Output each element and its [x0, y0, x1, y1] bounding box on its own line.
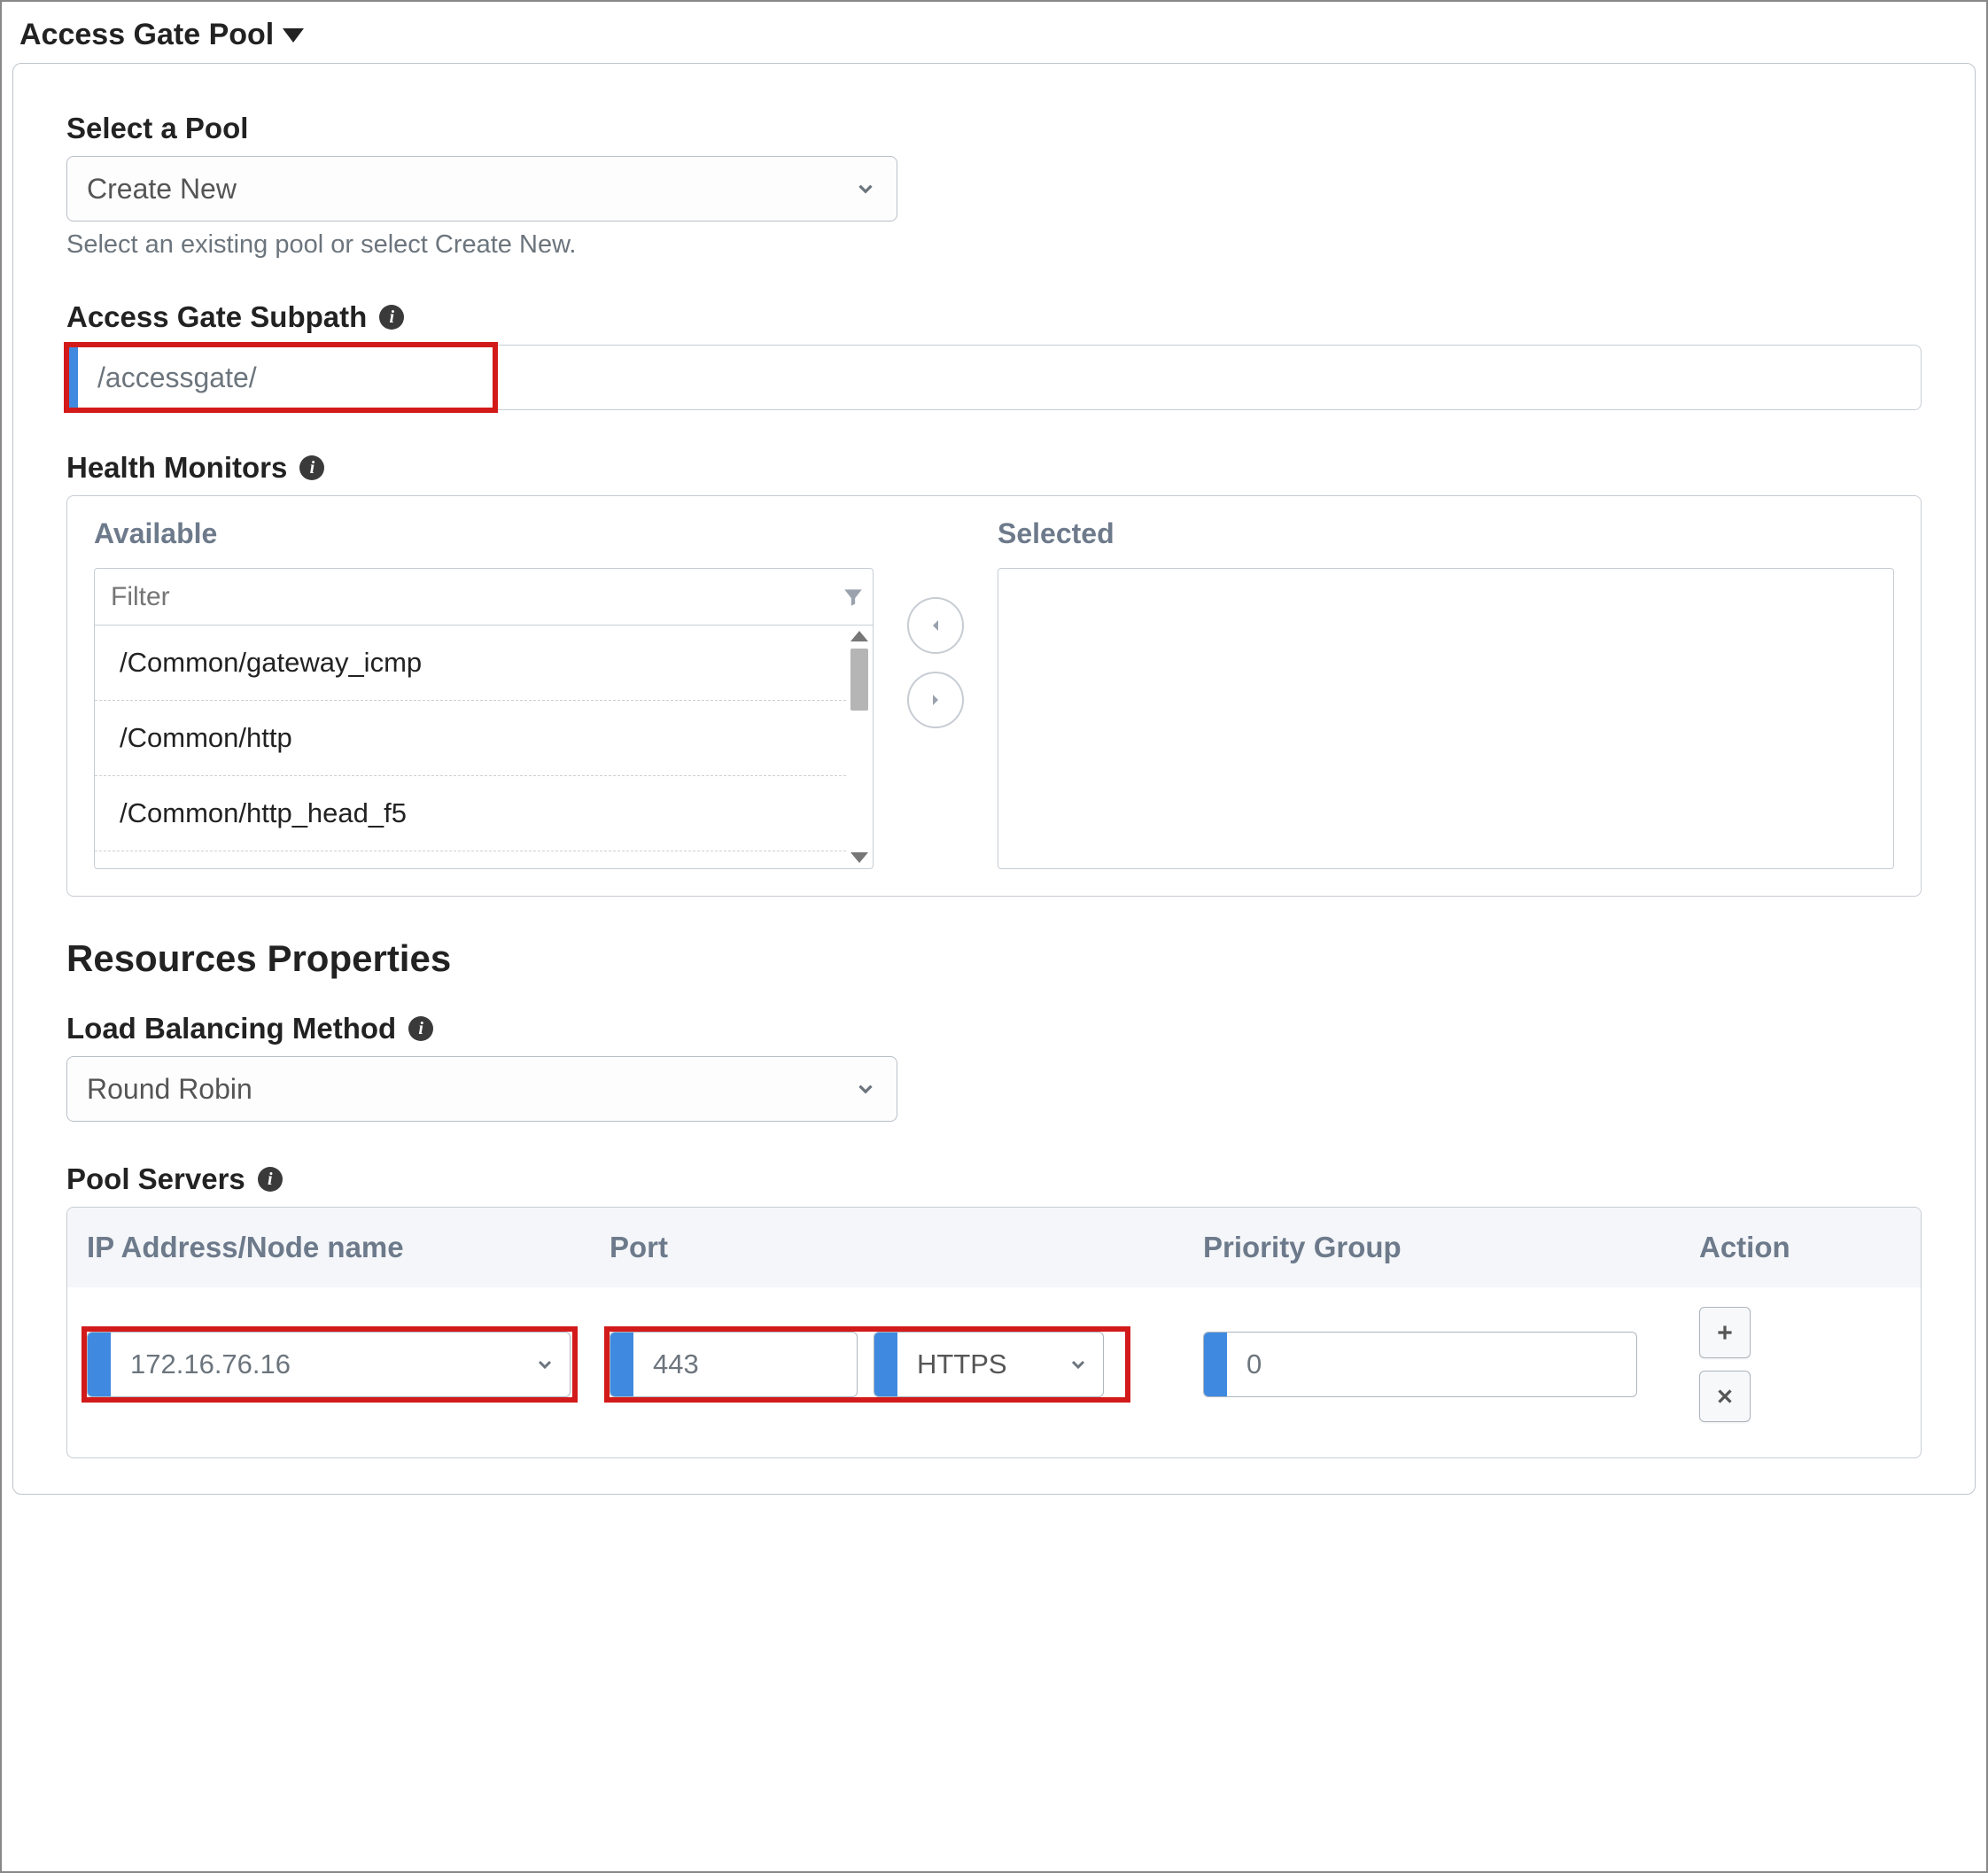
info-icon[interactable]: i — [408, 1016, 433, 1041]
list-item[interactable]: /Common/gateway_icmp — [95, 626, 846, 701]
subpath-label: Access Gate Subpath i — [66, 300, 1922, 334]
select-pool-block: Select a Pool Create New Select an exist… — [66, 112, 1922, 260]
list-item[interactable]: /Common/http — [95, 701, 846, 776]
lb-method-dropdown[interactable]: Round Robin — [66, 1056, 897, 1122]
chevron-down-icon — [534, 1354, 555, 1375]
info-icon[interactable]: i — [258, 1167, 283, 1192]
selected-column: Selected — [998, 517, 1894, 869]
filter-icon[interactable] — [834, 586, 873, 609]
scroll-up-icon[interactable] — [850, 631, 868, 641]
resources-heading: Resources Properties — [66, 937, 1922, 980]
available-listbox[interactable]: /Common/gateway_icmp /Common/http /Commo… — [94, 625, 874, 869]
transfer-buttons — [900, 597, 971, 728]
lb-method-block: Load Balancing Method i Round Robin — [66, 1012, 1922, 1122]
ip-cell — [67, 1312, 590, 1433]
ip-combobox[interactable] — [87, 1332, 571, 1397]
chevron-down-icon — [854, 1077, 877, 1100]
accent-bar — [610, 1333, 633, 1396]
lb-method-label: Load Balancing Method i — [66, 1012, 1922, 1045]
subpath-label-text: Access Gate Subpath — [66, 300, 367, 334]
action-cell — [1680, 1287, 1857, 1457]
priority-cell — [1184, 1312, 1680, 1433]
table-header: IP Address/Node name Port Priority Group… — [67, 1208, 1921, 1287]
port-input-wrap[interactable] — [610, 1332, 858, 1397]
col-ip: IP Address/Node name — [67, 1208, 590, 1287]
section-title: Access Gate Pool — [19, 18, 274, 52]
ip-input[interactable] — [111, 1333, 570, 1396]
col-priority: Priority Group — [1184, 1208, 1680, 1287]
available-label: Available — [94, 517, 874, 550]
subpath-block: Access Gate Subpath i — [66, 300, 1922, 410]
pool-panel: Select a Pool Create New Select an exist… — [12, 63, 1976, 1495]
caret-down-icon — [283, 28, 304, 43]
pool-servers-label: Pool Servers i — [66, 1162, 1922, 1196]
col-port: Port — [590, 1208, 1184, 1287]
move-right-button[interactable] — [907, 672, 964, 728]
pool-servers-table: IP Address/Node name Port Priority Group… — [66, 1207, 1922, 1458]
section-toggle[interactable]: Access Gate Pool — [19, 18, 1976, 52]
priority-input-wrap[interactable] — [1203, 1332, 1637, 1397]
chevron-down-icon — [854, 177, 877, 200]
lb-method-value: Round Robin — [87, 1073, 252, 1106]
health-monitors-block: Health Monitors i Available /Common/gate… — [66, 451, 1922, 897]
subpath-input-wrap — [66, 345, 1922, 410]
available-column: Available /Common/gateway_icmp /Common/h… — [94, 517, 874, 869]
select-pool-dropdown[interactable]: Create New — [66, 156, 897, 221]
accent-bar — [88, 1333, 111, 1396]
list-item[interactable]: /Common/http_head_f5 — [95, 776, 846, 851]
select-pool-label-text: Select a Pool — [66, 112, 248, 145]
info-icon[interactable]: i — [299, 455, 324, 480]
info-icon[interactable]: i — [379, 305, 404, 330]
available-items: /Common/gateway_icmp /Common/http /Commo… — [95, 626, 846, 868]
accent-bar — [67, 346, 78, 409]
dual-list: Available /Common/gateway_icmp /Common/h… — [66, 495, 1922, 897]
selected-label: Selected — [998, 517, 1894, 550]
subpath-input-container[interactable] — [66, 345, 1922, 410]
select-pool-helper: Select an existing pool or select Create… — [66, 230, 1922, 260]
select-pool-value: Create New — [87, 173, 237, 206]
chevron-down-icon — [1068, 1354, 1089, 1375]
col-action: Action — [1680, 1208, 1857, 1287]
remove-row-button[interactable] — [1699, 1371, 1751, 1422]
selected-listbox[interactable] — [998, 568, 1894, 869]
scroll-down-icon[interactable] — [850, 852, 868, 863]
subpath-input[interactable] — [78, 346, 1921, 409]
health-monitors-label-text: Health Monitors — [66, 451, 287, 485]
health-monitors-label: Health Monitors i — [66, 451, 1922, 485]
protocol-dropdown[interactable]: HTTPS — [874, 1332, 1104, 1397]
priority-input[interactable] — [1227, 1333, 1636, 1396]
filter-row — [94, 568, 874, 625]
pool-servers-block: Pool Servers i IP Address/Node name Port… — [66, 1162, 1922, 1458]
accent-bar — [874, 1333, 897, 1396]
page-root: Access Gate Pool Select a Pool Create Ne… — [0, 0, 1988, 1873]
select-pool-label: Select a Pool — [66, 112, 1922, 145]
filter-input[interactable] — [95, 582, 834, 612]
table-row: HTTPS — [67, 1287, 1921, 1457]
port-input[interactable] — [633, 1333, 858, 1396]
add-row-button[interactable] — [1699, 1307, 1751, 1358]
scrollbar[interactable] — [850, 631, 869, 863]
pool-servers-label-text: Pool Servers — [66, 1162, 245, 1196]
accent-bar — [1204, 1333, 1227, 1396]
lb-method-label-text: Load Balancing Method — [66, 1012, 396, 1045]
port-cell: HTTPS — [590, 1312, 1184, 1433]
scroll-thumb[interactable] — [850, 649, 868, 711]
move-left-button[interactable] — [907, 597, 964, 654]
